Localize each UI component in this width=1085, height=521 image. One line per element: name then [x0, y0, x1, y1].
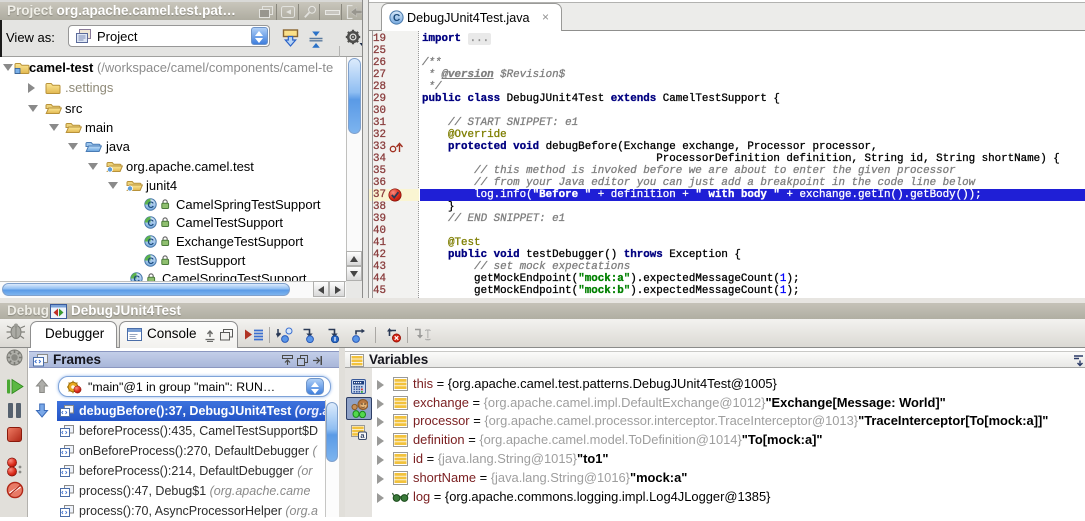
svg-text:C: C: [133, 274, 140, 281]
svg-text:C: C: [147, 256, 154, 266]
svg-text:C: C: [147, 218, 154, 228]
svg-text:C: C: [147, 237, 154, 247]
svg-text:C: C: [393, 13, 400, 24]
svg-text:C: C: [147, 200, 154, 210]
